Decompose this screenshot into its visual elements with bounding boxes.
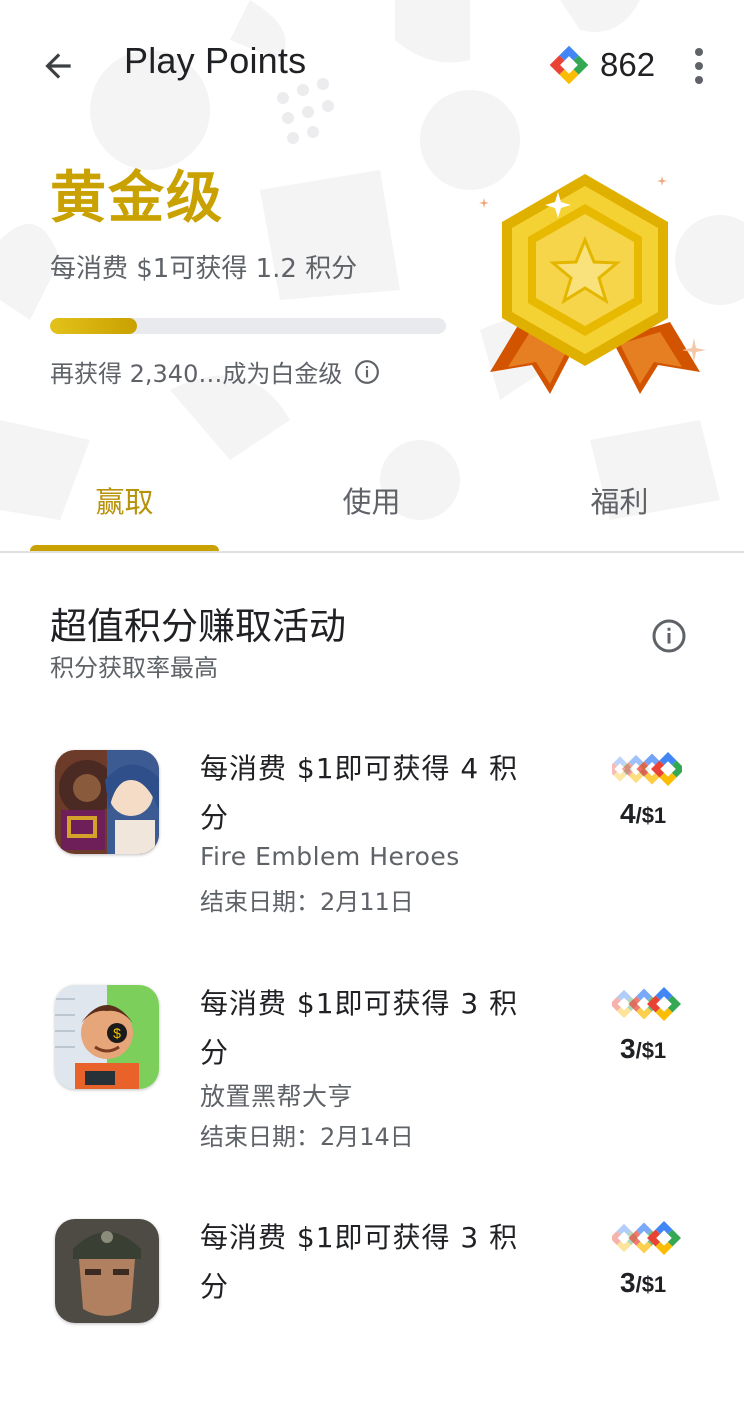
- offer-rate-unit: /$1: [635, 1272, 667, 1297]
- offer-rate: 4/$1: [620, 798, 666, 830]
- next-tier-text: 再获得 2,340…成为白金级: [50, 360, 343, 388]
- play-points-icon: [549, 45, 589, 85]
- soldier-game-app-icon: [55, 1219, 159, 1323]
- offer-rate: 3/$1: [620, 1033, 666, 1065]
- offer-headline: 每消费 $1即可获得 3 积分: [200, 1221, 519, 1303]
- offer-rate: 3/$1: [620, 1267, 666, 1299]
- offer-headline: 每消费 $1即可获得 4 积分: [200, 752, 519, 834]
- offer-rate-unit: /$1: [635, 803, 667, 828]
- next-tier-hint: 再获得 2,340…成为白金级: [50, 354, 380, 389]
- offer-rate-value: 4: [620, 798, 636, 829]
- tab-perks[interactable]: 福利: [525, 450, 714, 550]
- page-title: Play Points: [124, 40, 307, 81]
- more-vert-icon: [695, 48, 703, 56]
- info-icon[interactable]: [651, 618, 687, 654]
- offer-app-name: Fire Emblem Heroes: [200, 842, 460, 871]
- tab-active-indicator: [30, 545, 219, 551]
- tier-progress-bar: [50, 318, 446, 334]
- arrow-back-icon: [45, 53, 71, 79]
- offer-headline: 每消费 $1即可获得 3 积分: [200, 987, 519, 1069]
- section-title: 超值积分赚取活动: [50, 605, 346, 648]
- multiplier-points-icon: [612, 1221, 681, 1255]
- multiplier-points-icon: [612, 752, 682, 786]
- svg-text:$: $: [113, 1025, 121, 1041]
- points-balance[interactable]: 862: [548, 40, 655, 90]
- fire-emblem-heroes-app-icon: [55, 750, 159, 854]
- offer-item[interactable]: 每消费 $1即可获得 4 积分 Fire Emblem Heroes 结束日期：…: [0, 750, 744, 950]
- multiplier-points-icon: [612, 987, 681, 1021]
- app-bar: Play Points 862: [0, 0, 744, 130]
- back-button[interactable]: [36, 46, 80, 86]
- offer-item[interactable]: 每消费 $1即可获得 3 积分 3/$1: [0, 1219, 744, 1419]
- tab-earn[interactable]: 赢取: [30, 450, 219, 550]
- tier-info: 黄金级 每消费 $1可获得 1.2 积分: [50, 170, 357, 285]
- offer-item[interactable]: $ 每消费 $1即可获得 3 积分 放置黑帮大亨 结束日期：2月14日 3/$1: [0, 985, 744, 1185]
- section-subtitle: 积分获取率最高: [50, 654, 218, 682]
- offer-rate-value: 3: [620, 1033, 636, 1064]
- offer-end-date: 结束日期：2月11日: [200, 888, 414, 916]
- tier-progress-fill: [50, 318, 138, 334]
- tab-use[interactable]: 使用: [277, 450, 466, 550]
- offer-app-name: 放置黑帮大亨: [200, 1082, 354, 1111]
- tab-divider: [0, 551, 744, 553]
- offer-rate-value: 3: [620, 1267, 636, 1298]
- offer-end-date: 结束日期：2月14日: [200, 1123, 414, 1151]
- info-icon[interactable]: [354, 359, 380, 385]
- tier-earn-rate: 每消费 $1可获得 1.2 积分: [50, 254, 358, 284]
- more-options-button[interactable]: [684, 44, 714, 88]
- offer-rate-unit: /$1: [635, 1038, 667, 1063]
- gold-medal-icon: [479, 174, 706, 394]
- tier-name: 黄金级: [50, 165, 224, 231]
- points-count: 862: [600, 46, 656, 83]
- idle-mafia-tycoon-app-icon: $: [55, 985, 159, 1089]
- tab-bar: 赢取 使用 福利: [0, 450, 744, 553]
